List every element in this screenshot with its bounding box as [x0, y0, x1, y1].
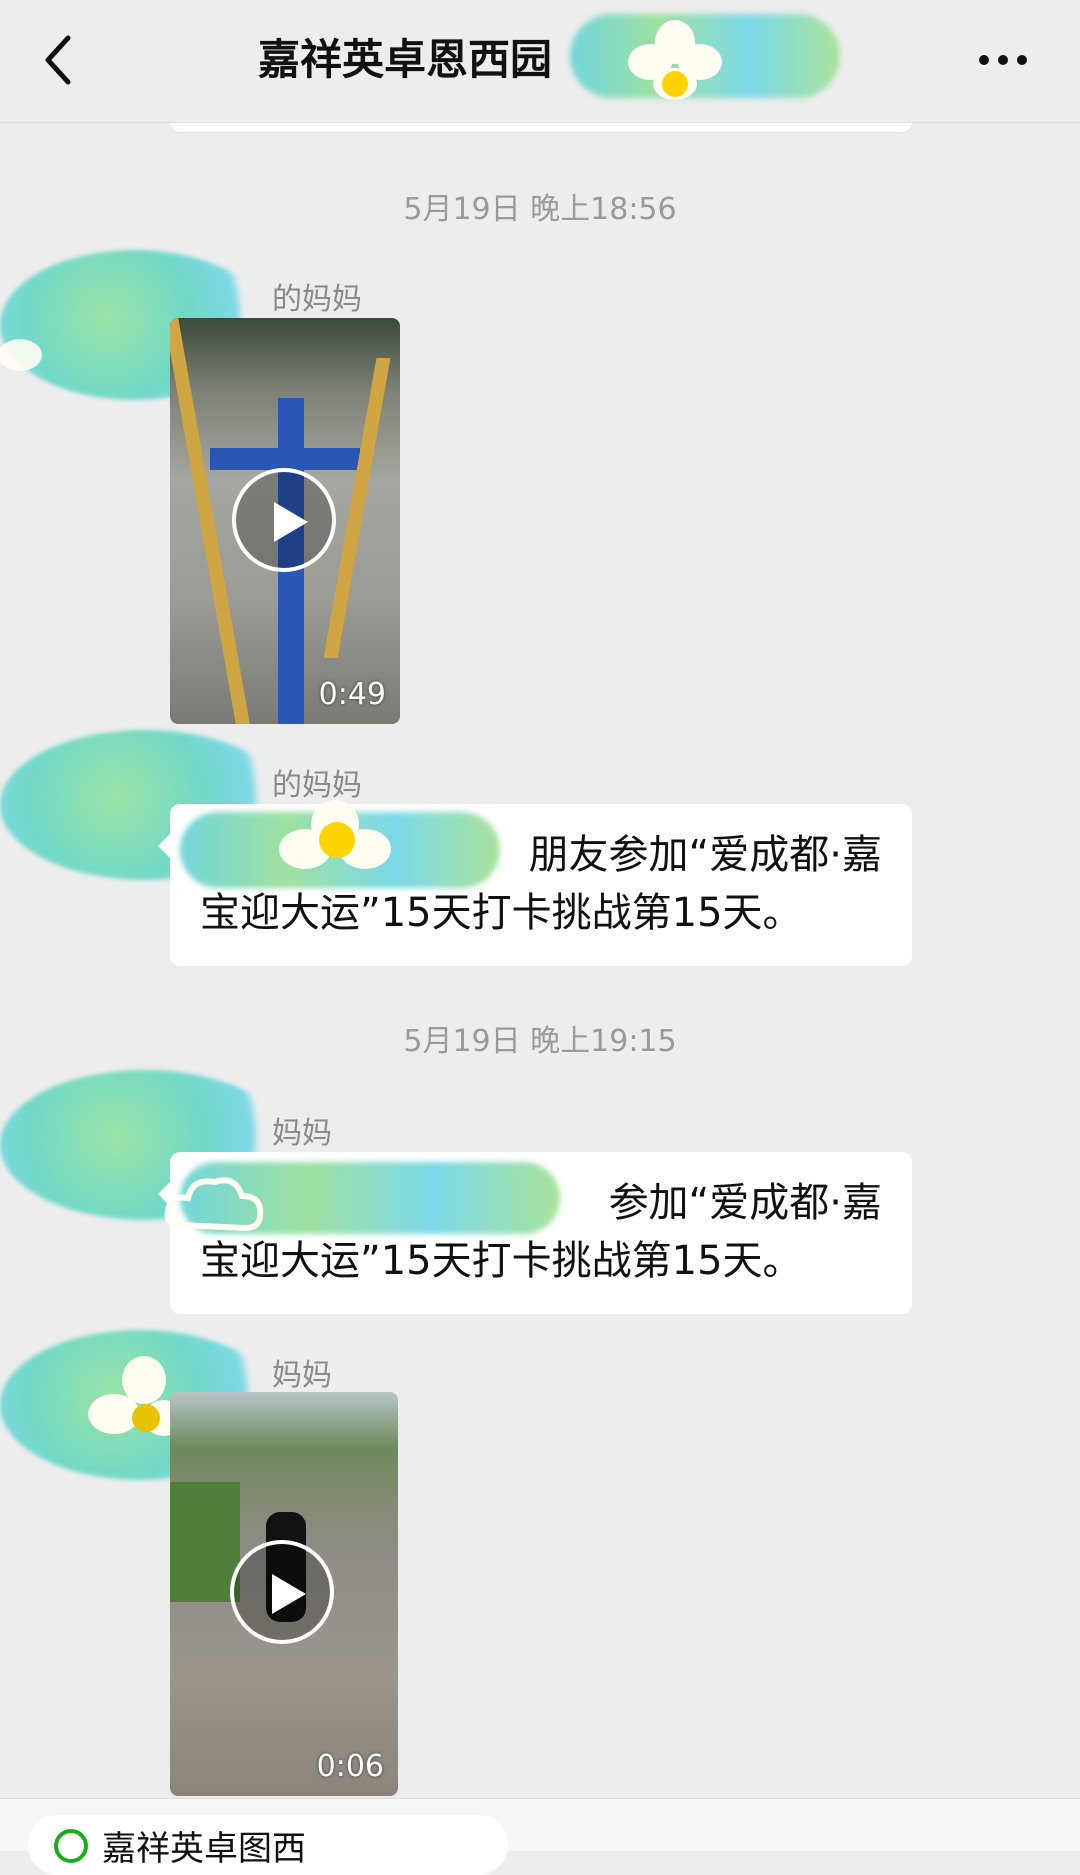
cloud-sticker-icon	[164, 1177, 264, 1232]
video-duration: 0:49	[318, 677, 386, 712]
mini-program-label: 嘉祥英卓图西	[102, 1829, 306, 1869]
sender-name: 妈妈	[272, 1116, 332, 1151]
mini-program-icon	[54, 1829, 88, 1863]
chat-header: 嘉祥英卓恩西园	[0, 0, 1080, 123]
video-thumbnail[interactable]: 0:49	[170, 318, 400, 724]
chevron-left-icon[interactable]	[34, 28, 84, 92]
video-frame-bar	[210, 448, 360, 470]
play-button-icon[interactable]	[232, 468, 336, 572]
more-dots-icon[interactable]	[978, 38, 1028, 82]
play-button-icon[interactable]	[230, 1540, 334, 1644]
video-duration: 0:06	[316, 1749, 384, 1784]
message-text-line: 宝迎大运”15天打卡挑战第15天。	[200, 1238, 803, 1284]
chat-footer: 嘉祥英卓图西	[0, 1798, 1080, 1875]
sender-name: 的妈妈	[272, 282, 362, 317]
bubble-tail	[158, 834, 170, 858]
message-timestamp: 5月19日 晚上19:15	[403, 1024, 677, 1059]
cloud-sticker-icon	[0, 339, 42, 371]
sender-name: 妈妈	[272, 1358, 332, 1393]
video-thumbnail[interactable]: 0:06	[170, 1392, 398, 1796]
message-timestamp: 5月19日 晚上18:56	[403, 192, 677, 227]
flower-sticker-icon	[279, 800, 391, 869]
flower-sticker-icon	[628, 20, 722, 100]
